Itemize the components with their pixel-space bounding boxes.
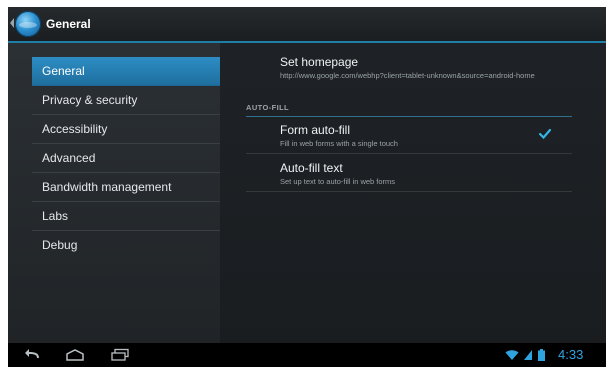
battery-icon [538,349,545,361]
header-item-label: Debug [42,238,78,252]
screen: General General Privacy & security Acces… [8,7,606,367]
header-item-labs[interactable]: Labs [32,202,220,231]
divider [246,191,572,192]
recent-apps-icon[interactable] [110,348,130,362]
browser-app-icon[interactable] [15,11,41,37]
header-item-debug[interactable]: Debug [32,231,220,259]
settings-header-list: General Privacy & security Accessibility… [32,57,220,259]
header-item-label: Labs [42,209,69,223]
set-homepage-pref[interactable]: Set homepage http://www.google.com/webhp… [280,55,570,80]
category-header-autofill: AUTO-FILL [246,103,572,117]
up-caret-icon[interactable] [10,18,14,28]
action-bar-title: General [46,17,91,31]
pref-summary: Set up text to auto-fill in web forms [280,177,396,186]
header-item-bandwidth-management[interactable]: Bandwidth management [32,173,220,202]
action-bar: General [8,7,606,43]
wifi-icon [505,350,519,360]
header-item-label: Accessibility [42,122,108,136]
pref-title: Auto-fill text [280,161,343,175]
settings-header-panel: General Privacy & security Accessibility… [8,43,220,343]
divider [246,153,572,154]
settings-detail-panel: Set homepage http://www.google.com/webhp… [220,43,606,343]
header-item-advanced[interactable]: Advanced [32,144,220,173]
pref-title: Set homepage [280,55,359,69]
pref-summary: Fill in web forms with a single touch [280,139,398,148]
signal-icon [524,350,532,360]
device-frame: General General Privacy & security Acces… [0,0,608,369]
header-item-privacy-security[interactable]: Privacy & security [32,86,220,115]
form-autofill-pref[interactable]: Form auto-fill Fill in web forms with a … [280,123,570,148]
header-item-accessibility[interactable]: Accessibility [32,115,220,144]
header-item-label: Advanced [42,151,96,165]
navigation-bar: 4:33 [8,343,606,367]
pref-title: Form auto-fill [280,123,351,137]
header-item-label: Bandwidth management [42,180,172,194]
autofill-text-pref[interactable]: Auto-fill text Set up text to auto-fill … [280,161,570,186]
status-clock: 4:33 [558,347,584,362]
back-icon[interactable] [24,348,42,362]
header-item-label: General [42,64,85,78]
pref-summary: http://www.google.com/webhp?client=table… [280,71,535,80]
header-item-label: Privacy & security [42,93,138,107]
form-autofill-checkbox[interactable] [538,127,552,141]
home-icon[interactable] [64,348,86,362]
header-item-general[interactable]: General [32,57,220,86]
